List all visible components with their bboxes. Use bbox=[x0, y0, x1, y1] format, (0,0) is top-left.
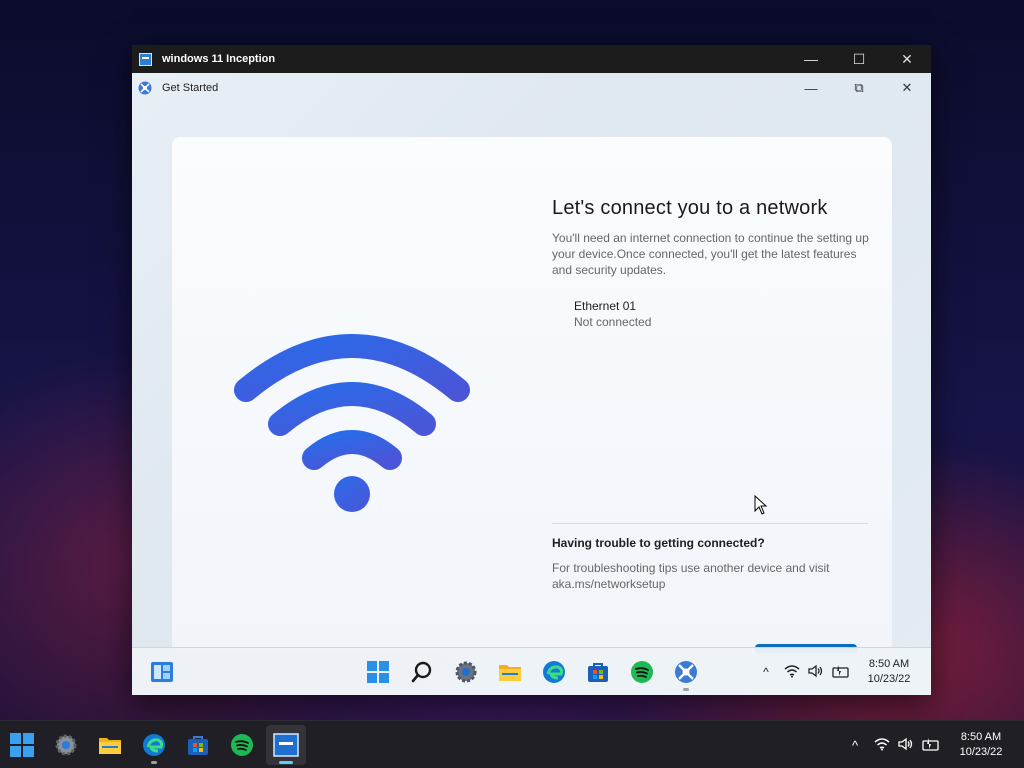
volume-icon[interactable] bbox=[808, 664, 824, 681]
oobe-restore-button[interactable]: ⧉ bbox=[835, 73, 883, 103]
vm-window-controls: — ☐ ✕ bbox=[787, 45, 931, 73]
page-description: You'll need an internet connection to co… bbox=[552, 231, 869, 277]
host-clock[interactable]: 8:50 AM 10/23/22 bbox=[946, 730, 1016, 760]
start-icon[interactable] bbox=[9, 732, 35, 758]
wifi-icon bbox=[234, 334, 470, 512]
trouble-heading: Having trouble to getting connected? bbox=[552, 536, 765, 550]
vm-titlebar[interactable]: windows 11 Inception — ☐ ✕ bbox=[132, 45, 931, 73]
edge-icon[interactable] bbox=[141, 732, 167, 758]
running-indicator bbox=[151, 761, 157, 764]
start-icon[interactable] bbox=[366, 660, 390, 684]
wifi-tray-icon[interactable] bbox=[784, 664, 800, 681]
settings-icon[interactable] bbox=[53, 732, 79, 758]
get-started-app-icon[interactable] bbox=[674, 660, 698, 684]
network-name: Ethernet 01 bbox=[574, 299, 637, 313]
vm-app-icon[interactable] bbox=[273, 732, 299, 758]
edge-icon[interactable] bbox=[542, 660, 566, 684]
guest-desktop: Get Started — ⧉ ✕ Let's connect you to a… bbox=[132, 73, 931, 695]
vm-minimize-button[interactable]: — bbox=[787, 45, 835, 73]
host-taskbar: ^ 8:50 AM 10/23/22 bbox=[0, 720, 1024, 768]
file-explorer-icon[interactable] bbox=[97, 732, 123, 758]
vm-maximize-button[interactable]: ☐ bbox=[835, 45, 883, 73]
guest-clock[interactable]: 8:50 AM 10/23/22 bbox=[854, 657, 924, 687]
guest-tray: ^ bbox=[756, 648, 850, 695]
spotify-icon[interactable] bbox=[630, 660, 654, 684]
guest-clock-date: 10/23/22 bbox=[867, 673, 911, 685]
oobe-window-controls: — ⧉ ✕ bbox=[787, 73, 931, 103]
spotify-icon[interactable] bbox=[229, 732, 255, 758]
volume-icon[interactable] bbox=[898, 737, 914, 754]
oobe-titlebar[interactable]: Get Started — ⧉ ✕ bbox=[132, 73, 931, 103]
network-list-item[interactable]: Ethernet 01 Not connected bbox=[574, 298, 872, 330]
store-icon[interactable] bbox=[586, 660, 610, 684]
active-indicator bbox=[279, 761, 293, 764]
divider bbox=[552, 523, 868, 524]
get-started-icon bbox=[138, 81, 152, 95]
chevron-up-icon[interactable]: ^ bbox=[846, 738, 864, 753]
battery-icon[interactable] bbox=[832, 664, 850, 681]
oobe-card: Let's connect you to a network You'll ne… bbox=[172, 137, 892, 653]
vm-close-button[interactable]: ✕ bbox=[883, 45, 931, 73]
running-indicator bbox=[683, 688, 689, 691]
wifi-tray-icon[interactable] bbox=[874, 737, 890, 754]
oobe-minimize-button[interactable]: — bbox=[787, 73, 835, 103]
search-icon[interactable] bbox=[410, 660, 434, 684]
guest-clock-time: 8:50 AM bbox=[868, 658, 910, 670]
host-tray: ^ bbox=[846, 721, 940, 768]
mouse-cursor-icon bbox=[754, 495, 768, 515]
network-content: Let's connect you to a network You'll ne… bbox=[552, 197, 872, 330]
chevron-up-icon[interactable]: ^ bbox=[756, 665, 776, 679]
file-explorer-icon[interactable] bbox=[498, 660, 522, 684]
oobe-window-title: Get Started bbox=[162, 82, 219, 94]
vm-window-title: windows 11 Inception bbox=[162, 53, 276, 65]
page-title: Let's connect you to a network bbox=[552, 197, 828, 219]
guest-taskbar: ^ 8:50 AM 10/23/22 bbox=[132, 647, 931, 695]
trouble-text: For troubleshooting tips use another dev… bbox=[552, 561, 830, 591]
host-clock-date: 10/23/22 bbox=[959, 746, 1003, 758]
oobe-close-button[interactable]: ✕ bbox=[883, 73, 931, 103]
battery-icon[interactable] bbox=[922, 737, 940, 754]
vm-app-icon bbox=[139, 52, 152, 66]
vm-window: windows 11 Inception — ☐ ✕ Get Started —… bbox=[132, 45, 931, 695]
store-icon[interactable] bbox=[185, 732, 211, 758]
settings-icon[interactable] bbox=[454, 660, 478, 684]
widgets-icon[interactable] bbox=[150, 660, 174, 684]
network-status: Not connected bbox=[574, 315, 652, 329]
host-clock-time: 8:50 AM bbox=[960, 731, 1002, 743]
